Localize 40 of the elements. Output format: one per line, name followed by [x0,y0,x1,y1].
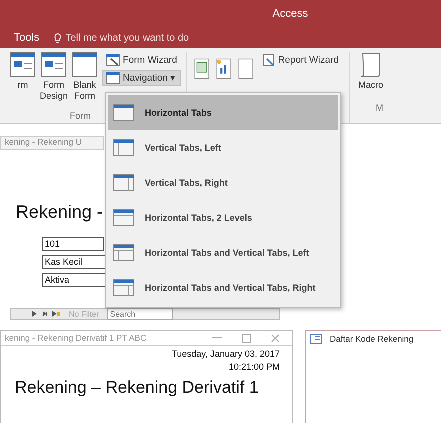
ribbon-tab[interactable]: Tools [14,32,40,44]
report-time: 10:21:00 PM [228,362,281,372]
tell-me-field[interactable]: Tell me what you want to do [66,32,190,44]
window-title: Daftar Kode Rekening [330,334,414,344]
form-title: Rekening - [16,202,104,223]
group-label: Form [70,111,91,121]
wand-icon [263,54,276,66]
layout-icon [113,104,135,122]
layout-icon [113,278,135,296]
maximize-icon[interactable] [242,334,251,342]
form-icon [10,52,36,78]
form-button[interactable]: rm [10,52,36,123]
group-label: M [376,103,384,113]
layout-icon [113,208,135,226]
layout-icon [113,138,135,156]
next-record-icon[interactable] [31,310,61,318]
form-button[interactable]: Form Design [40,52,68,123]
macro-button[interactable]: Macro [356,52,386,91]
close-icon[interactable] [271,334,280,342]
window-icon [106,72,120,84]
form-icon [41,52,67,78]
form-wizard-button[interactable]: Form Wizard [102,52,182,68]
form-icon [310,334,322,344]
menu-item[interactable]: Horizontal Tabs, 2 Levels [108,200,338,235]
window-title: kening - Rekening Derivatif 1 PT ABC [5,333,148,343]
navigation-button[interactable]: Navigation ▾ [102,70,182,86]
search-field[interactable]: Search [107,308,174,320]
layout-icon [113,244,135,262]
menu-item[interactable]: Horizontal Tabs [108,95,338,130]
report-heading: Rekening – Rekening Derivatif 1 [14,378,260,398]
menu-item[interactable]: Vertical Tabs, Left [108,130,338,165]
window-title: Access [272,8,308,20]
form-icon [72,52,98,78]
layout-icon [113,174,135,192]
report-date: Tuesday, January 03, 2017 [170,349,281,359]
lightbulb-icon [54,32,62,44]
text-field[interactable]: 101 [42,237,104,251]
wand-icon [106,54,120,66]
report-wizard-button[interactable]: Report Wizard [259,52,343,68]
menu-item[interactable]: Vertical Tabs, Right [108,165,338,200]
